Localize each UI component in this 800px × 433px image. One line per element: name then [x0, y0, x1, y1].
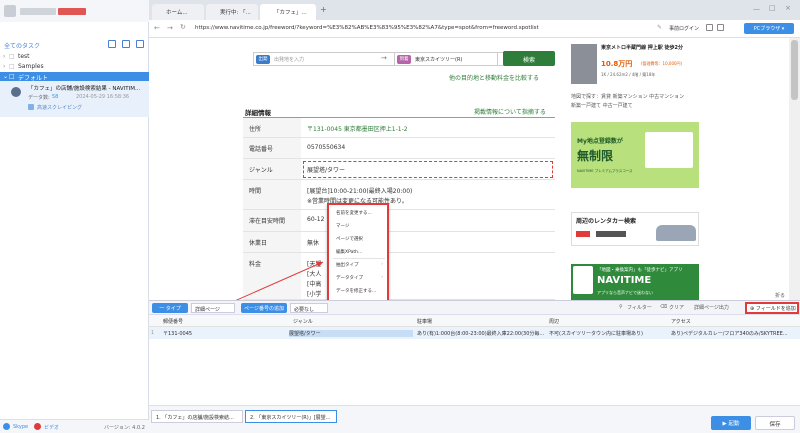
detail-output-button[interactable]: 詳細ページ出力 [694, 304, 742, 311]
menu-select-in-page[interactable]: ページで選択 [336, 236, 363, 242]
submenu-arrow-icon: › [381, 275, 383, 280]
filter-button[interactable]: フィルター [627, 304, 652, 311]
paging-tag: ページ番号の追加 [241, 303, 287, 313]
column-header[interactable]: アクセス [671, 318, 691, 325]
save-label: 保存 [769, 422, 781, 428]
filter-icon: ⚲ [619, 304, 623, 310]
column-header[interactable]: 駐車場 [417, 318, 432, 325]
table-cell[interactable]: あり(有)1:000台(8:00-23:00)最終入庫22:00(30分毎... [417, 330, 545, 337]
column-header[interactable]: 周辺 [549, 318, 559, 325]
mode-select[interactable]: 詳細ページ [191, 303, 235, 313]
step-tab-1[interactable]: 1. 「カフェ」の店舗/施設検索結... [151, 410, 243, 423]
table-row[interactable]: 1 〒131-0045 展望塔/タワー あり(有)1:000台(8:00-23:… [149, 327, 800, 339]
mode-select-value: 詳細ページ [195, 307, 220, 313]
data-toolbar: 一 タイプ 詳細ページ ページ番号の追加 必要なし ⚲ フィルター ⌫ クリア … [149, 301, 800, 315]
trash-icon: ⌫ [660, 304, 668, 310]
collapse-button[interactable]: 折る [773, 292, 788, 299]
table-cell[interactable]: あり)ペデジタルカレー/フロア340のみ/SKYTREE... [671, 330, 797, 337]
table-cell[interactable]: 〒131-0045 [163, 330, 289, 337]
play-icon: ▶ [722, 421, 727, 427]
column-header[interactable]: ジャンル [293, 318, 313, 325]
step-tab-label: 2. 「東京スカイツリー(R)」[展望... [250, 415, 331, 421]
save-button[interactable]: 保存 [755, 416, 795, 430]
data-preview-panel: 一 タイプ 詳細ページ ページ番号の追加 必要なし ⚲ フィルター ⌫ クリア … [149, 292, 800, 405]
workflow-footer: 1. 「カフェ」の店舗/施設検索結... 2. 「東京スカイツリー(R)」[展望… [149, 405, 800, 433]
clear-button[interactable]: クリア [669, 304, 684, 311]
menu-divider [333, 258, 385, 259]
menu-fix-data[interactable]: データを修正する... [336, 288, 376, 294]
mode-tag: 一 タイプ [152, 303, 188, 313]
submenu-arrow-icon: › [381, 262, 383, 267]
add-field-button[interactable]: ⊕ フィールドを追加 [745, 302, 799, 314]
step-tab-2[interactable]: 2. 「東京スカイツリー(R)」[展望... [245, 410, 337, 423]
table-cell[interactable]: 不可(スカイツリータウン内に駐車場あり) [549, 330, 667, 337]
menu-extract-type[interactable]: 抽出タイプ [336, 262, 359, 268]
column-header[interactable]: 郵便番号 [163, 318, 183, 325]
data-table-header: 郵便番号 ジャンル 駐車場 周辺 アクセス [149, 315, 800, 327]
table-cell-selected[interactable]: 展望塔/タワー [289, 330, 413, 337]
run-button[interactable]: ▶ 起動 [711, 416, 751, 430]
add-field-label: フィールドを追加 [755, 306, 796, 312]
plus-icon: ⊕ [750, 306, 755, 312]
run-label: 起動 [728, 421, 740, 427]
step-tab-label: 1. 「カフェ」の店舗/施設検索結... [156, 415, 234, 421]
row-index: 1 [151, 330, 155, 336]
menu-data-type[interactable]: データタイプ [336, 275, 363, 281]
menu-merge[interactable]: マージ [336, 223, 349, 229]
menu-rename[interactable]: 名前を変更する... [336, 210, 372, 216]
paging-select[interactable]: 必要なし [290, 303, 328, 313]
menu-edit-xpath[interactable]: 編集XPath... [336, 249, 362, 255]
paging-select-value: 必要なし [294, 307, 315, 313]
